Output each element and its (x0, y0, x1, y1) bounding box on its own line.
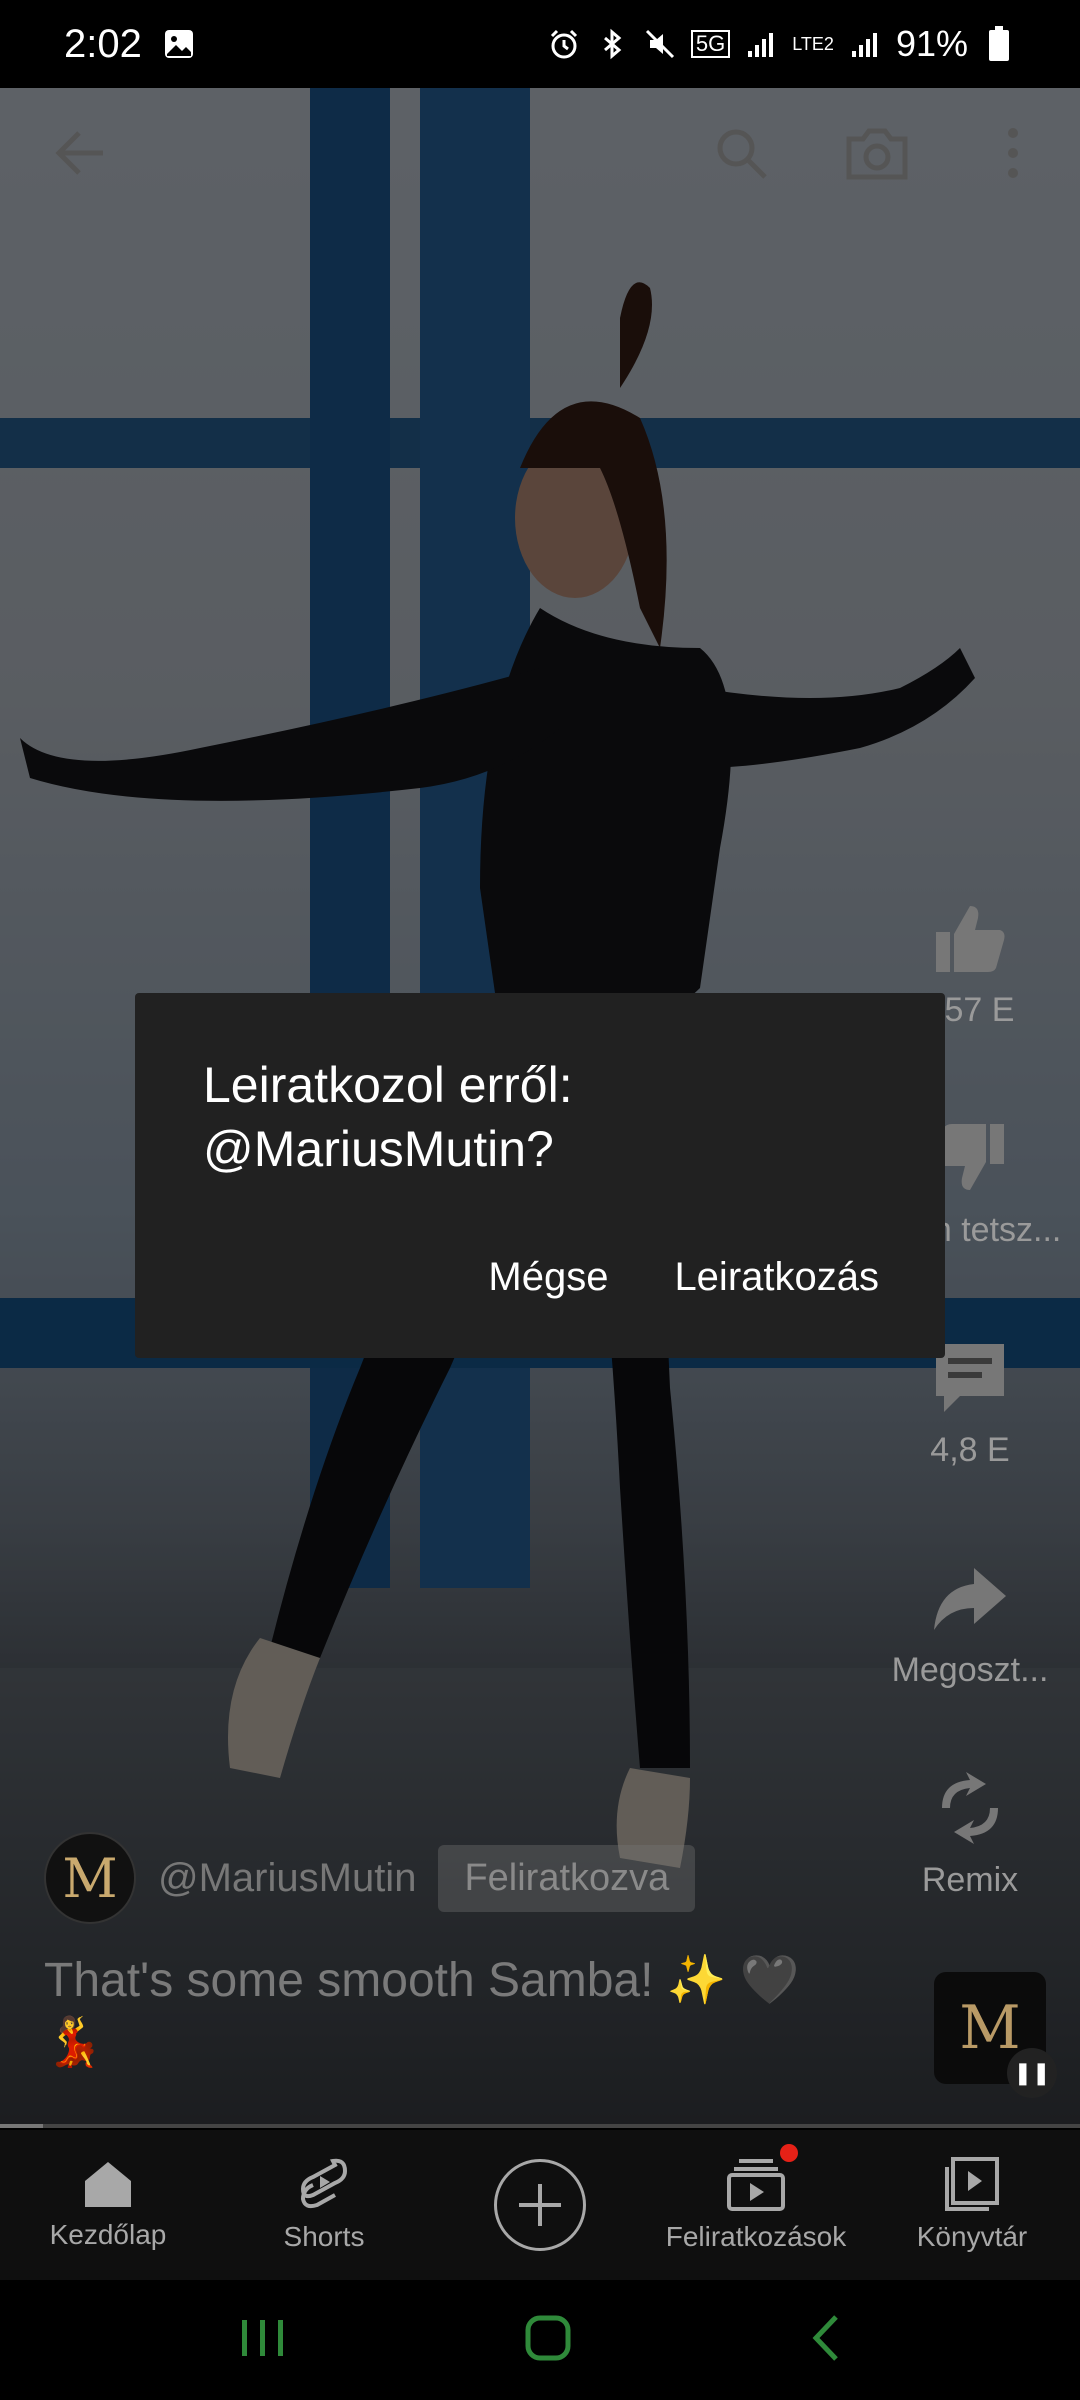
nav-subscriptions[interactable]: Feliratkozások (648, 2130, 864, 2280)
caption-text: That's some smooth Samba! ✨ (44, 1954, 727, 2007)
sound-thumbnail-letter: M (959, 1993, 1021, 2063)
network-type: 5G (690, 30, 731, 58)
remix-label: Remix (921, 1861, 1019, 1899)
cancel-button[interactable]: Mégse (488, 1255, 608, 1300)
create-button[interactable] (494, 2159, 586, 2251)
unsubscribe-dialog: Leiratkozol erről: @MariusMutin? Mégse L… (135, 993, 945, 1358)
heart-emoji: 🖤 (739, 1954, 800, 2007)
lte-label: LTE2 (792, 34, 834, 54)
signal-2-icon (848, 27, 882, 61)
channel-name[interactable]: @MariusMutin (158, 1856, 416, 1901)
back-system-button[interactable] (808, 2313, 842, 2368)
camera-icon (846, 128, 908, 180)
notification-dot (780, 2144, 798, 2162)
pause-icon: ❚❚ (1007, 2048, 1057, 2098)
dialog-title: Leiratkozol erről: @MariusMutin? (203, 1057, 573, 1177)
share-label: Megoszt... (891, 1651, 1049, 1689)
signal-icon (744, 27, 778, 61)
video-caption[interactable]: That's some smooth Samba! ✨ 🖤 💃 (44, 1950, 844, 2075)
status-bar: 2:02 5G LTE2 91% (0, 0, 1080, 88)
share-action[interactable]: Megoszt... (890, 1558, 1050, 1690)
nav-shorts-label: Shorts (283, 2221, 365, 2252)
top-bar (0, 88, 1080, 218)
remix-action[interactable]: Remix (890, 1768, 1050, 1900)
more-vert-icon (1008, 128, 1018, 178)
remix-icon (930, 1768, 1010, 1853)
progress-bar[interactable] (0, 2124, 1080, 2128)
nav-library-label: Könyvtár (916, 2221, 1028, 2252)
nav-create[interactable] (432, 2130, 648, 2280)
gallery-icon (162, 27, 196, 61)
thumbs-up-icon (930, 898, 1010, 983)
system-nav (0, 2280, 1080, 2400)
home-icon (85, 2162, 131, 2207)
battery-icon (982, 26, 1016, 61)
bluetooth-icon (595, 27, 629, 61)
plus-icon (519, 2184, 561, 2226)
nav-home[interactable]: Kezdőlap (0, 2130, 216, 2280)
dialog-actions: Mégse Leiratkozás (488, 1255, 879, 1300)
home-square-icon (525, 2315, 571, 2360)
recent-apps-button[interactable] (238, 2316, 288, 2365)
avatar[interactable]: M (44, 1832, 136, 1924)
alarm-icon (547, 27, 581, 61)
more-options-button[interactable] (978, 118, 1048, 188)
status-time: 2:02 (64, 21, 142, 66)
unsubscribe-button[interactable]: Leiratkozás (674, 1255, 879, 1300)
shorts-icon (300, 2158, 348, 2209)
subscribed-button[interactable]: Feliratkozva (438, 1844, 696, 1912)
search-icon (717, 129, 767, 179)
nav-home-label: Kezdőlap (49, 2219, 167, 2250)
channel-row: M @MariusMutin Feliratkozva (44, 1832, 696, 1924)
nav-subscriptions-label: Feliratkozások (665, 2221, 847, 2252)
camera-button[interactable] (842, 118, 912, 188)
library-icon (945, 2157, 999, 2211)
bottom-nav: Kezdőlap Shorts Feliratkozások Könyvtár (0, 2130, 1080, 2280)
search-button[interactable] (706, 118, 776, 188)
progress-fill (0, 2124, 44, 2128)
nav-library[interactable]: Könyvtár (864, 2130, 1080, 2280)
share-icon (930, 1558, 1010, 1643)
chevron-left-icon (812, 2314, 839, 2361)
battery-percent: 91% (895, 23, 968, 64)
comments-count: 4,8 E (930, 1431, 1010, 1469)
subscriptions-icon (727, 2159, 785, 2211)
avatar-letter: M (62, 1846, 118, 1910)
nav-shorts[interactable]: Shorts (216, 2130, 432, 2280)
recents-icon (241, 2319, 283, 2356)
arrow-left-icon (55, 131, 103, 175)
home-system-button[interactable] (523, 2313, 573, 2368)
mute-icon (643, 27, 677, 61)
dancer-emoji: 💃 (44, 2016, 104, 2070)
back-button[interactable] (46, 118, 116, 188)
